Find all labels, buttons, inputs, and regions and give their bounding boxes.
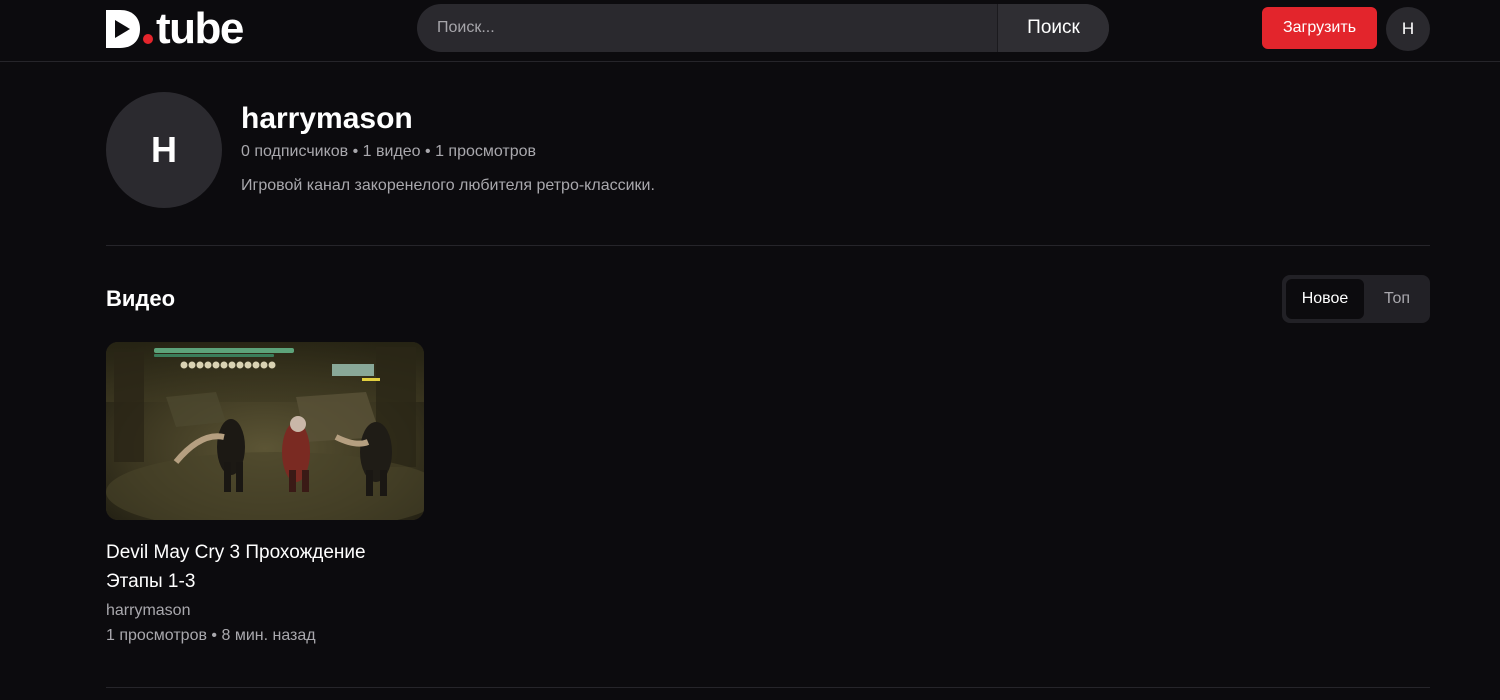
search-bar: Поиск (417, 4, 1109, 52)
sort-option-top[interactable]: Топ (1368, 279, 1426, 319)
channel-stats: 0 подписчиков • 1 видео • 1 просмотров (241, 143, 537, 160)
sort-toggle: Новое Топ (1282, 275, 1430, 323)
sort-option-new[interactable]: Новое (1286, 279, 1364, 319)
video-thumbnail[interactable] (106, 342, 424, 520)
top-bar: tube Поиск Загрузить H (0, 0, 1500, 62)
video-card[interactable]: Devil May Cry 3 Прохождение Этапы 1-3 ha… (106, 342, 424, 645)
search-input[interactable] (417, 4, 997, 52)
video-channel-name[interactable]: harrymason (106, 602, 424, 620)
channel-name: harrymason (241, 102, 413, 135)
upload-button[interactable]: Загрузить (1262, 7, 1377, 49)
user-avatar[interactable]: H (1386, 7, 1430, 51)
channel-divider (106, 245, 1430, 246)
logo-d-play-icon (106, 10, 140, 48)
videos-section-title: Видео (106, 286, 176, 311)
dtube-logo[interactable]: tube (106, 4, 244, 53)
video-title[interactable]: Devil May Cry 3 Прохождение Этапы 1-3 (106, 538, 406, 596)
video-meta: 1 просмотров • 8 мин. назад (106, 627, 316, 644)
footer-divider (106, 687, 1430, 688)
channel-description: Игровой канал закоренелого любителя ретр… (241, 177, 655, 194)
channel-avatar: H (106, 92, 222, 208)
logo-dot (143, 34, 153, 44)
logo-text: tube (156, 4, 244, 53)
game-screenshot-icon (106, 342, 424, 520)
search-button[interactable]: Поиск (997, 4, 1109, 52)
